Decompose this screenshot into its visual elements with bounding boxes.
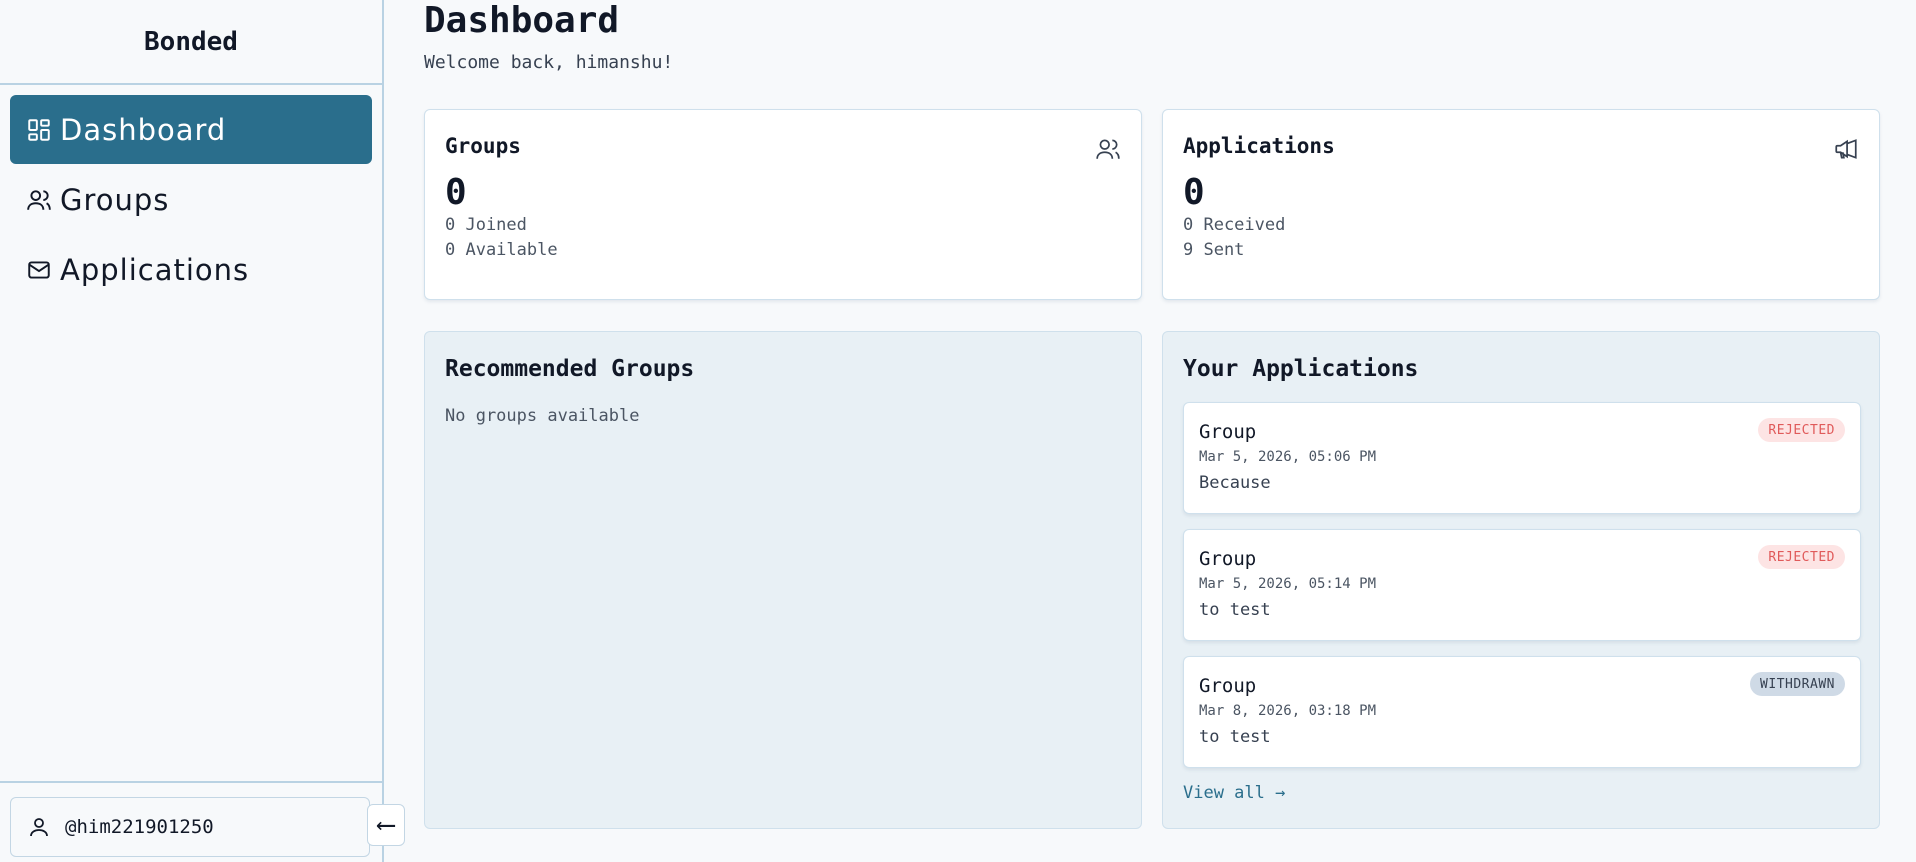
sidebar-footer: @him221901250 [0, 781, 382, 862]
application-item[interactable]: Group WITHDRAWN Mar 8, 2026, 03:18 PM to… [1183, 656, 1861, 768]
collapse-sidebar-button[interactable]: ⟵ [367, 804, 405, 846]
welcome-message: Welcome back, himanshu! [424, 52, 674, 73]
dashboard-icon [26, 117, 52, 143]
status-badge: WITHDRAWN [1750, 672, 1845, 696]
status-badge: REJECTED [1758, 545, 1845, 569]
stat-received: 0 Received [1183, 215, 1286, 235]
applications-stat-card: Applications 0 0 Received 9 Sent [1162, 109, 1880, 300]
sidebar-nav: Dashboard Groups Applications [0, 85, 382, 304]
stat-title: Applications [1183, 134, 1335, 158]
megaphone-icon [1833, 136, 1859, 162]
application-date: Mar 5, 2026, 05:14 PM [1199, 576, 1377, 592]
sidebar-item-dashboard[interactable]: Dashboard [10, 95, 372, 164]
sidebar-item-label: Groups [60, 182, 170, 217]
sidebar-item-label: Applications [60, 252, 250, 287]
recommended-groups-panel: Recommended Groups No groups available [424, 331, 1142, 829]
application-group-name: Group [1199, 675, 1257, 697]
application-date: Mar 8, 2026, 03:18 PM [1199, 703, 1377, 719]
application-item[interactable]: Group REJECTED Mar 5, 2026, 05:14 PM to … [1183, 529, 1861, 641]
sidebar-item-applications[interactable]: Applications [10, 235, 372, 304]
status-badge: REJECTED [1758, 418, 1845, 442]
application-group-name: Group [1199, 548, 1257, 570]
application-message: to test [1199, 600, 1271, 620]
username: @him221901250 [65, 816, 214, 838]
stat-available: 0 Available [445, 240, 558, 260]
application-message: Because [1199, 473, 1271, 493]
stat-title: Groups [445, 134, 521, 158]
page-title: Dashboard [424, 0, 620, 41]
application-item[interactable]: Group REJECTED Mar 5, 2026, 05:06 PM Bec… [1183, 402, 1861, 514]
sidebar: Bonded Dashboard Groups Applications @hi… [0, 0, 384, 862]
stat-sent: 9 Sent [1183, 240, 1245, 260]
brand-logo[interactable]: Bonded [0, 0, 382, 85]
empty-state: No groups available [445, 406, 640, 426]
stat-value: 0 [1183, 172, 1205, 213]
user-profile-button[interactable]: @him221901250 [10, 797, 370, 857]
sidebar-item-label: Dashboard [60, 112, 227, 147]
stat-joined: 0 Joined [445, 215, 527, 235]
users-icon [1095, 136, 1121, 162]
view-all-link[interactable]: View all → [1183, 783, 1285, 803]
application-date: Mar 5, 2026, 05:06 PM [1199, 449, 1377, 465]
user-icon [27, 815, 51, 839]
panel-title: Your Applications [1183, 356, 1419, 382]
groups-stat-card: Groups 0 0 Joined 0 Available [424, 109, 1142, 300]
stat-value: 0 [445, 172, 467, 213]
mail-icon [26, 257, 52, 283]
panel-title: Recommended Groups [445, 356, 695, 382]
your-applications-panel: Your Applications Group REJECTED Mar 5, … [1162, 331, 1880, 829]
users-icon [26, 187, 52, 213]
application-group-name: Group [1199, 421, 1257, 443]
application-message: to test [1199, 727, 1271, 747]
sidebar-item-groups[interactable]: Groups [10, 165, 372, 234]
